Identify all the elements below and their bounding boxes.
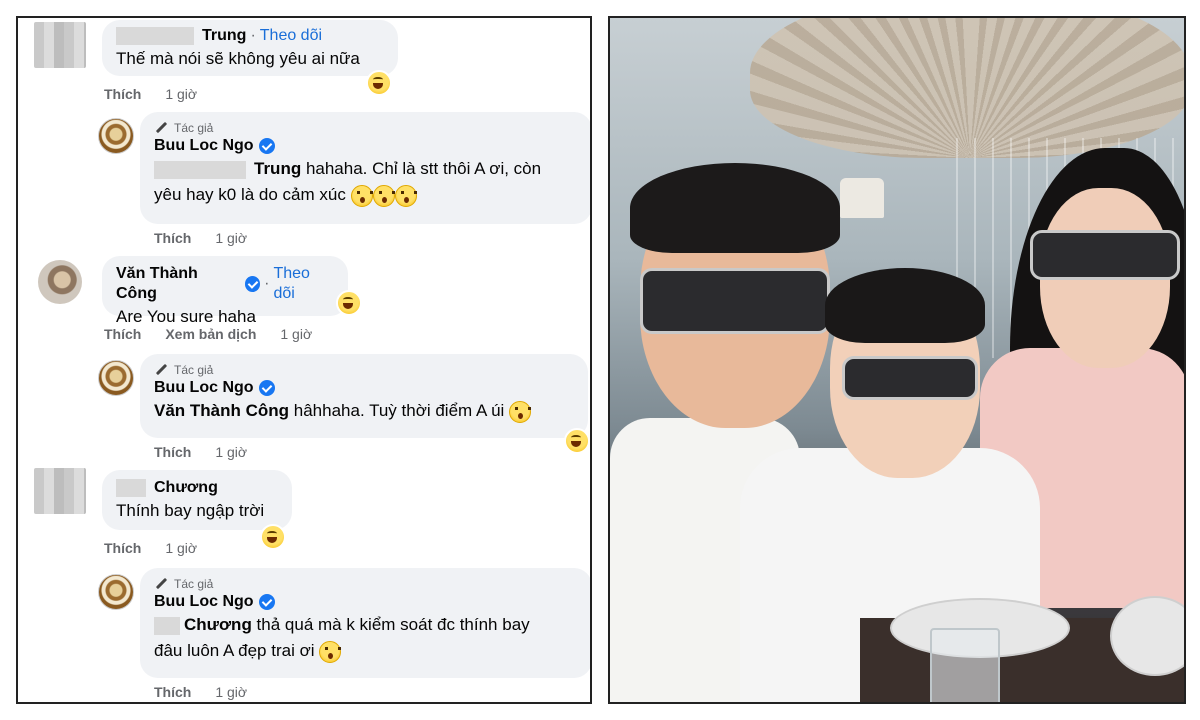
- man-sunglasses: [640, 268, 830, 334]
- reply-text: Văn Thành Công hâhhaha. Tuỳ thời điểm A …: [154, 398, 574, 424]
- wow-emoji-icon: [509, 400, 532, 423]
- commenter-name[interactable]: Văn Thành Công: [116, 264, 240, 304]
- redacted-name: [116, 27, 194, 45]
- redacted-name: [154, 160, 246, 179]
- author-badge-label: Tác giả: [174, 577, 214, 591]
- like-button[interactable]: Thích: [154, 230, 191, 246]
- timestamp[interactable]: 1 giờ: [165, 86, 197, 102]
- separator-dot: ·: [250, 27, 256, 44]
- reply-bubble: Tác giả Buu Loc Ngo Trung hahaha. Chỉ là…: [140, 112, 590, 224]
- haha-reaction-icon[interactable]: [260, 524, 286, 550]
- haha-reaction-icon[interactable]: [564, 428, 590, 454]
- wow-emoji-icon: [372, 184, 395, 207]
- verified-badge-icon: [258, 594, 275, 610]
- reply-actions: Thích 1 giờ: [154, 444, 247, 460]
- man-hair: [630, 163, 840, 253]
- reply-text-line2: đâu luôn A đẹp trai ơi: [154, 638, 578, 664]
- comment-text: Thế mà nói sẽ không yêu ai nữa: [116, 49, 360, 68]
- like-button[interactable]: Thích: [104, 540, 141, 556]
- timestamp[interactable]: 1 giờ: [215, 684, 247, 700]
- comment-actions: Thích Xem bản dịch 1 giờ: [104, 326, 312, 342]
- woman-sunglasses: [1030, 230, 1180, 280]
- lamp: [840, 178, 884, 218]
- author-avatar[interactable]: [98, 118, 134, 154]
- reply-text-line2: yêu hay k0 là do cảm xúc: [154, 182, 578, 208]
- haha-reaction-icon[interactable]: [336, 290, 362, 316]
- timestamp[interactable]: 1 giờ: [280, 326, 312, 342]
- reply-text: Trung hahaha. Chỉ là stt thôi A ơi, còn: [154, 156, 578, 182]
- reply-actions: Thích 1 giờ: [154, 230, 247, 246]
- wow-emoji-icon: [319, 640, 342, 663]
- commenter-name[interactable]: Trung: [202, 26, 246, 46]
- family-photo: [608, 16, 1186, 704]
- author-badge: Tác giả: [154, 120, 578, 136]
- comment-bubble: Văn Thành Công · Theo dõi Are You sure h…: [102, 256, 348, 326]
- pencil-icon: [154, 577, 168, 591]
- follow-link[interactable]: Theo dõi: [260, 26, 322, 46]
- comment-text: Thính bay ngập trời: [116, 501, 265, 520]
- mention-link[interactable]: Chương: [184, 615, 252, 634]
- avatar[interactable]: [34, 22, 86, 68]
- author-avatar[interactable]: [98, 360, 134, 396]
- reply-text: Chương thả quá mà k kiểm soát đc thính b…: [154, 612, 578, 638]
- verified-badge-icon: [258, 380, 275, 396]
- commenter-name[interactable]: Buu Loc Ngo: [154, 592, 254, 612]
- like-button[interactable]: Thích: [154, 444, 191, 460]
- author-badge: Tác giả: [154, 362, 574, 378]
- like-button[interactable]: Thích: [104, 326, 141, 342]
- reply-bubble: Tác giả Buu Loc Ngo Văn Thành Công hâhha…: [140, 354, 588, 438]
- wow-emoji-icon: [350, 184, 373, 207]
- comment-bubble: Chương Thính bay ngập trời: [102, 470, 292, 530]
- avatar[interactable]: [34, 468, 86, 514]
- mention-link[interactable]: Trung: [254, 159, 301, 178]
- redacted-name: [116, 479, 146, 497]
- redacted-name: [154, 616, 180, 635]
- commenter-name[interactable]: Buu Loc Ngo: [154, 378, 254, 398]
- water-glass: [930, 628, 1000, 702]
- haha-reaction-icon[interactable]: [366, 70, 392, 96]
- author-badge-label: Tác giả: [174, 363, 214, 377]
- reply-bubble: Tác giả Buu Loc Ngo Chương thả quá mà k …: [140, 568, 590, 678]
- timestamp[interactable]: 1 giờ: [165, 540, 197, 556]
- reply-actions: Thích 1 giờ: [154, 684, 247, 700]
- pencil-icon: [154, 363, 168, 377]
- follow-link[interactable]: Theo dõi: [273, 264, 334, 304]
- commenter-name[interactable]: Chương: [154, 478, 218, 498]
- verified-badge-icon: [244, 276, 261, 292]
- comment-actions: Thích 1 giờ: [104, 86, 197, 102]
- wow-emoji-icon: [394, 184, 417, 207]
- mention-link[interactable]: Văn Thành Công: [154, 401, 289, 420]
- timestamp[interactable]: 1 giờ: [215, 230, 247, 246]
- timestamp[interactable]: 1 giờ: [215, 444, 247, 460]
- pencil-icon: [154, 121, 168, 135]
- separator-dot: ·: [264, 275, 270, 292]
- translate-link[interactable]: Xem bản dịch: [165, 326, 256, 342]
- boy-hair: [825, 268, 985, 343]
- commenter-name[interactable]: Buu Loc Ngo: [154, 136, 254, 156]
- avatar[interactable]: [38, 260, 82, 304]
- author-badge-label: Tác giả: [174, 121, 214, 135]
- like-button[interactable]: Thích: [104, 86, 141, 102]
- like-button[interactable]: Thích: [154, 684, 191, 700]
- author-avatar[interactable]: [98, 574, 134, 610]
- author-badge: Tác giả: [154, 576, 578, 592]
- verified-badge-icon: [258, 138, 275, 154]
- comment-bubble: Trung · Theo dõi Thế mà nói sẽ không yêu…: [102, 20, 398, 76]
- wicker-umbrella: [750, 18, 1184, 158]
- comment-thread-panel: Trung · Theo dõi Thế mà nói sẽ không yêu…: [16, 16, 592, 704]
- comment-actions: Thích 1 giờ: [104, 540, 197, 556]
- boy-sunglasses: [842, 356, 978, 400]
